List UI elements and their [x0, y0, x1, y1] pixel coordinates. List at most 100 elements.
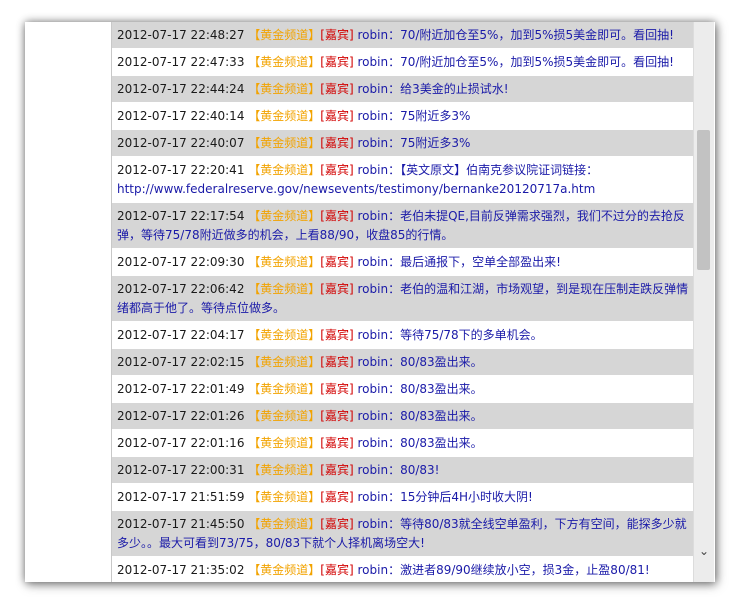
message-time: 2012-07-17 22:00:31 [117, 463, 245, 477]
message-role: [嘉宾] [320, 328, 354, 342]
message-time: 2012-07-17 21:51:59 [117, 490, 245, 504]
message-channel: 【黄金频道】 [248, 463, 321, 477]
message-separator: ： [388, 55, 401, 69]
message-time: 2012-07-17 22:47:33 [117, 55, 245, 69]
message-row: 2012-07-17 22:20:41 【黄金频道】[嘉宾] robin：【英文… [112, 157, 694, 203]
window-frame: 2012-07-17 22:48:27 【黄金频道】[嘉宾] robin：70/… [25, 22, 715, 582]
message-separator: ： [388, 136, 401, 150]
message-channel: 【黄金频道】 [248, 355, 321, 369]
message-separator: ： [388, 282, 401, 296]
message-channel: 【黄金频道】 [248, 136, 321, 150]
message-time: 2012-07-17 22:40:14 [117, 109, 245, 123]
message-role: [嘉宾] [320, 163, 354, 177]
message-author[interactable]: robin [358, 382, 389, 396]
message-time: 2012-07-17 22:04:17 [117, 328, 245, 342]
message-channel: 【黄金频道】 [248, 82, 321, 96]
chevron-down-icon[interactable]: ⌄ [697, 544, 711, 558]
message-channel: 【黄金频道】 [248, 382, 321, 396]
message-separator: ： [388, 28, 401, 42]
message-author[interactable]: robin [358, 255, 389, 269]
message-separator: ： [388, 409, 401, 423]
message-list[interactable]: 2012-07-17 22:48:27 【黄金频道】[嘉宾] robin：70/… [111, 22, 694, 582]
message-role: [嘉宾] [320, 563, 354, 577]
message-row: 2012-07-17 22:04:17 【黄金频道】[嘉宾] robin：等待7… [112, 322, 694, 349]
message-role: [嘉宾] [320, 490, 354, 504]
message-author[interactable]: robin [358, 463, 389, 477]
message-text: 75附近多3% [400, 136, 471, 150]
message-channel: 【黄金频道】 [248, 328, 321, 342]
message-row: 2012-07-17 22:06:42 【黄金频道】[嘉宾] robin：老伯的… [112, 276, 694, 322]
message-author[interactable]: robin [358, 490, 389, 504]
message-text: 等待75/78下的多单机会。 [400, 328, 543, 342]
message-text: 给3美金的止损试水! [400, 82, 509, 96]
message-text: 70/附近加仓至5%，加到5%损5美金即可。看回抽! [400, 55, 674, 69]
message-time: 2012-07-17 21:45:50 [117, 517, 245, 531]
message-time: 2012-07-17 22:17:54 [117, 209, 245, 223]
message-channel: 【黄金频道】 [248, 436, 321, 450]
message-text: 最后通报下，空单全部盈出来! [400, 255, 561, 269]
message-author[interactable]: robin [358, 82, 389, 96]
message-role: [嘉宾] [320, 409, 354, 423]
message-link[interactable]: http://www.federalreserve.gov/newsevents… [117, 182, 595, 196]
message-row: 2012-07-17 22:17:54 【黄金频道】[嘉宾] robin：老伯未… [112, 203, 694, 249]
message-separator: ： [388, 490, 401, 504]
message-row: 2012-07-17 22:02:15 【黄金频道】[嘉宾] robin：80/… [112, 349, 694, 376]
message-author[interactable]: robin [358, 109, 389, 123]
message-row: 2012-07-17 22:01:49 【黄金频道】[嘉宾] robin：80/… [112, 376, 694, 403]
message-author[interactable]: robin [358, 355, 389, 369]
message-text: 75附近多3% [400, 109, 471, 123]
message-text: 激进者89/90继续放小空，损3金，止盈80/81! [400, 563, 650, 577]
message-separator: ： [388, 382, 401, 396]
message-separator: ： [388, 517, 401, 531]
message-row: 2012-07-17 22:40:07 【黄金频道】[嘉宾] robin：75附… [112, 130, 694, 157]
message-text: 70/附近加仓至5%，加到5%损5美金即可。看回抽! [400, 28, 674, 42]
message-row: 2012-07-17 22:47:33 【黄金频道】[嘉宾] robin：70/… [112, 49, 694, 76]
message-time: 2012-07-17 22:01:26 [117, 409, 245, 423]
message-text: 15分钟后4H小时收大阴! [400, 490, 533, 504]
scrollbar-thumb[interactable] [697, 130, 710, 270]
message-channel: 【黄金频道】 [248, 109, 321, 123]
message-role: [嘉宾] [320, 382, 354, 396]
message-separator: ： [388, 82, 401, 96]
message-role: [嘉宾] [320, 136, 354, 150]
vertical-scrollbar[interactable]: ⌄ [693, 22, 714, 582]
message-author[interactable]: robin [358, 282, 389, 296]
message-channel: 【黄金频道】 [248, 282, 321, 296]
message-role: [嘉宾] [320, 82, 354, 96]
message-separator: ： [388, 163, 401, 177]
message-time: 2012-07-17 22:20:41 [117, 163, 245, 177]
message-role: [嘉宾] [320, 355, 354, 369]
message-separator: ： [388, 328, 401, 342]
message-time: 2012-07-17 22:44:24 [117, 82, 245, 96]
message-row: 2012-07-17 22:44:24 【黄金频道】[嘉宾] robin：给3美… [112, 76, 694, 103]
message-separator: ： [388, 463, 401, 477]
message-role: [嘉宾] [320, 436, 354, 450]
message-author[interactable]: robin [358, 436, 389, 450]
message-role: [嘉宾] [320, 255, 354, 269]
message-author[interactable]: robin [358, 163, 389, 177]
message-author[interactable]: robin [358, 55, 389, 69]
message-author[interactable]: robin [358, 517, 389, 531]
message-author[interactable]: robin [358, 209, 389, 223]
message-role: [嘉宾] [320, 463, 354, 477]
message-channel: 【黄金频道】 [248, 255, 321, 269]
message-role: [嘉宾] [320, 209, 354, 223]
message-channel: 【黄金频道】 [248, 28, 321, 42]
message-channel: 【黄金频道】 [248, 163, 321, 177]
message-row: 2012-07-17 21:51:59 【黄金频道】[嘉宾] robin：15分… [112, 484, 694, 511]
message-author[interactable]: robin [358, 563, 389, 577]
message-time: 2012-07-17 22:48:27 [117, 28, 245, 42]
message-author[interactable]: robin [358, 409, 389, 423]
message-time: 2012-07-17 22:40:07 [117, 136, 245, 150]
message-channel: 【黄金频道】 [248, 209, 321, 223]
message-author[interactable]: robin [358, 328, 389, 342]
message-row: 2012-07-17 22:01:16 【黄金频道】[嘉宾] robin：80/… [112, 430, 694, 457]
message-author[interactable]: robin [358, 136, 389, 150]
message-text: 80/83盈出来。 [400, 382, 483, 396]
message-separator: ： [388, 436, 401, 450]
message-text: 80/83盈出来。 [400, 355, 483, 369]
message-separator: ： [388, 255, 401, 269]
message-time: 2012-07-17 22:01:49 [117, 382, 245, 396]
message-channel: 【黄金频道】 [248, 517, 321, 531]
message-author[interactable]: robin [358, 28, 389, 42]
